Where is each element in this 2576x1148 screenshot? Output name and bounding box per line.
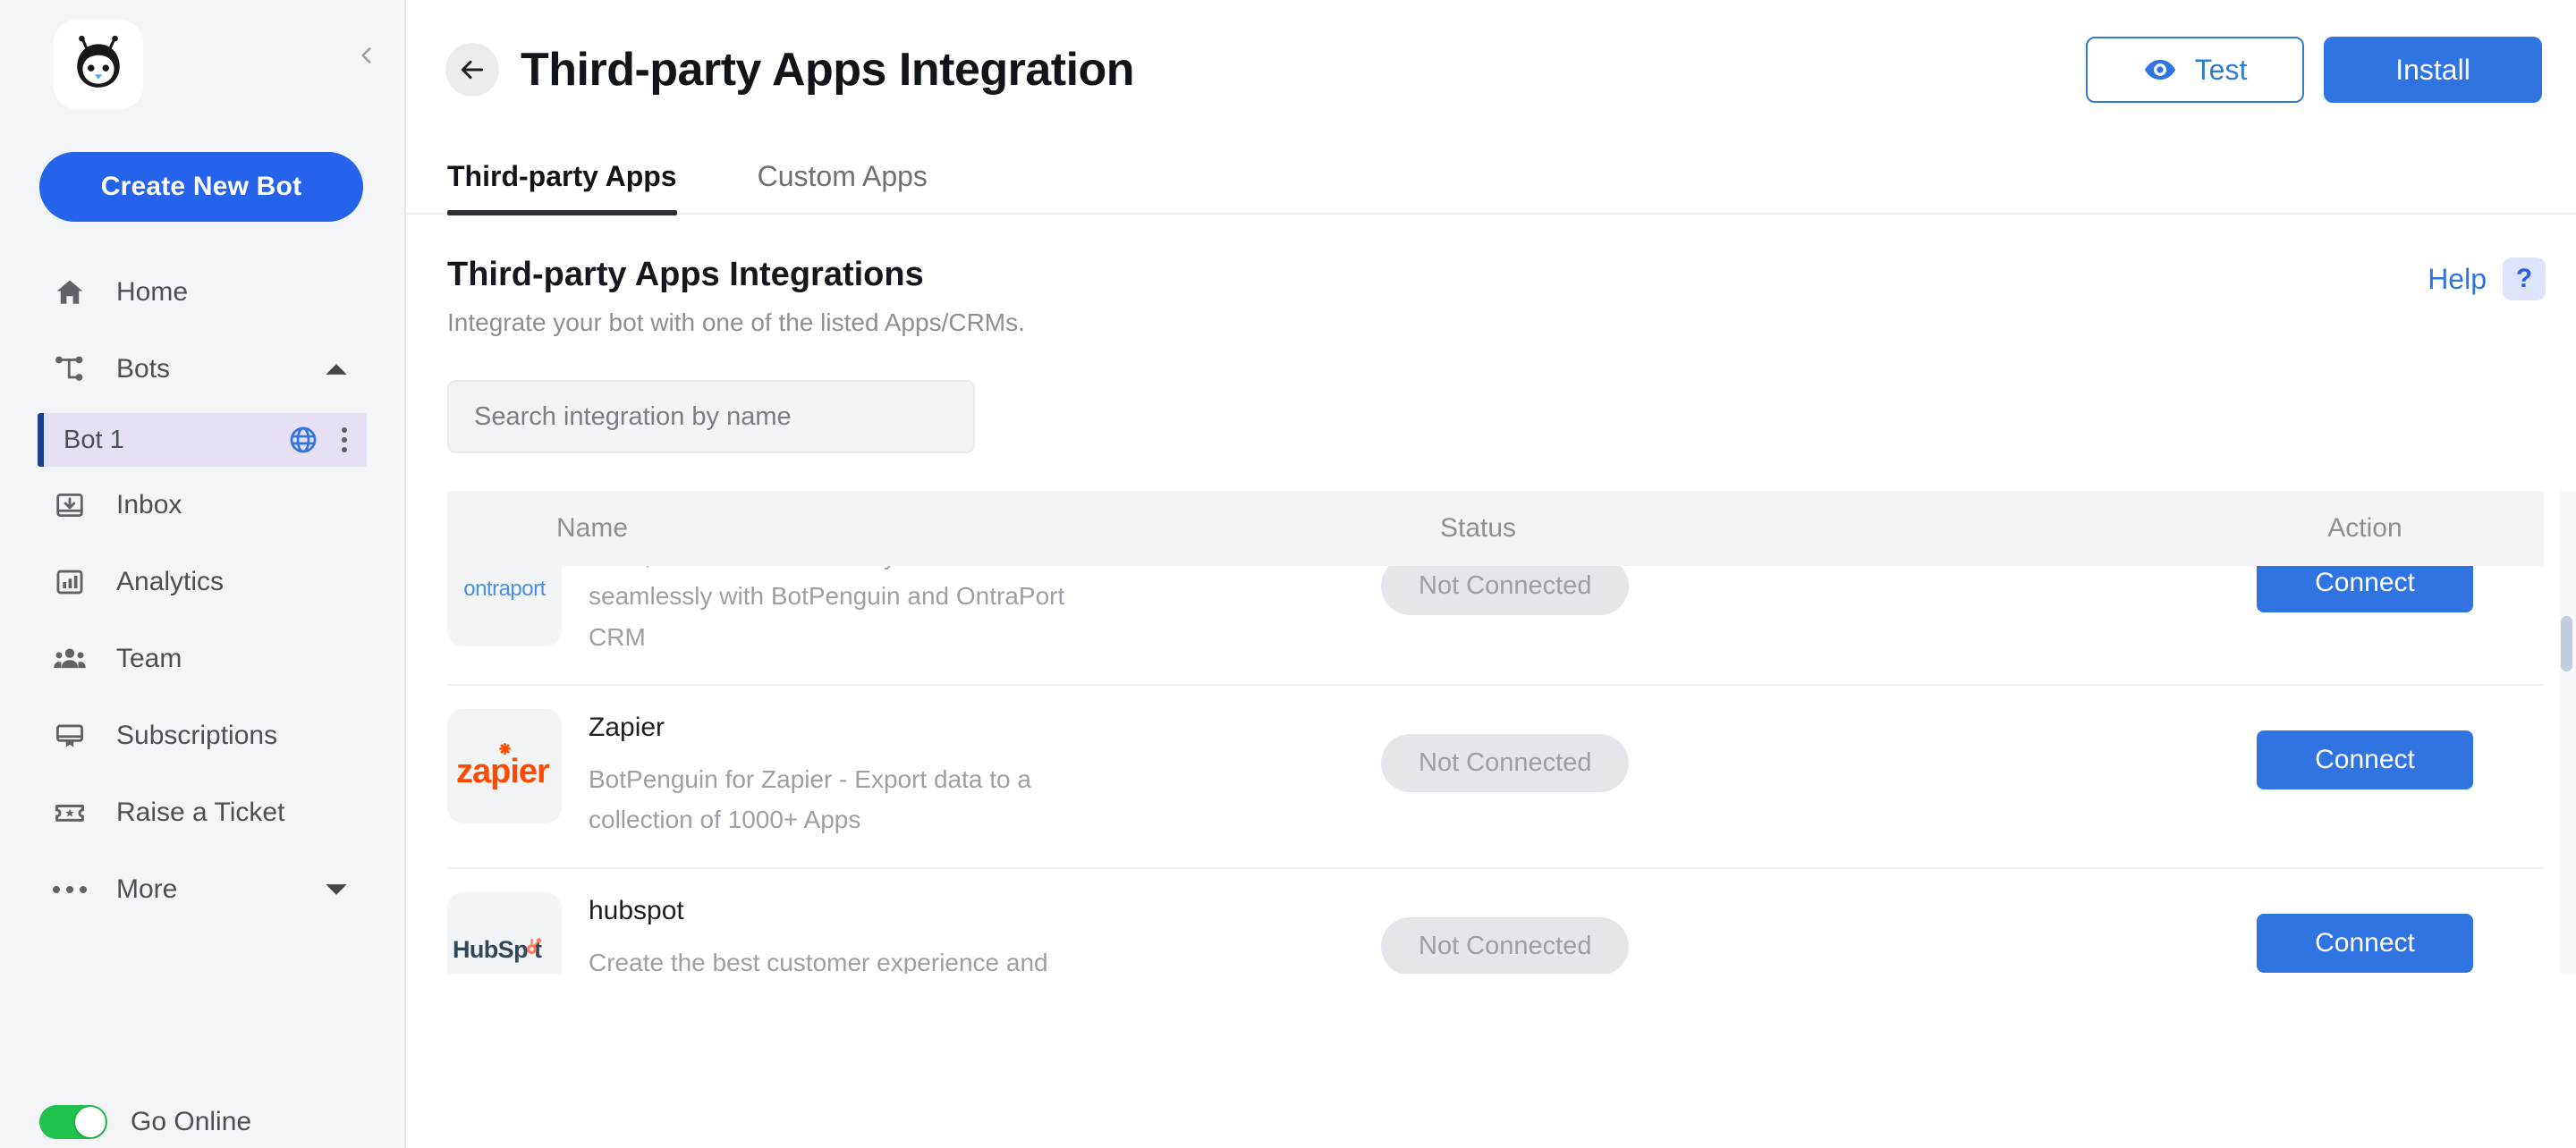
sidebar-item-label: Raise a Ticket bbox=[116, 798, 285, 827]
table-row[interactable]: zapier Zapier BotPenguin for Zapier - Ex… bbox=[447, 686, 2544, 869]
tab-label: Third-party Apps bbox=[447, 160, 677, 192]
sidebar-item-analytics[interactable]: Analytics bbox=[0, 544, 404, 620]
status-badge: Not Connected bbox=[1381, 916, 1630, 974]
sidebar-item-more[interactable]: More bbox=[0, 851, 404, 928]
ticket-star-icon bbox=[50, 793, 89, 832]
main-content: Third-party Apps Integration Test Instal… bbox=[406, 0, 2576, 1148]
sidebar: Create New Bot Home Bots Bot 1 Inbox Ana… bbox=[0, 0, 406, 1148]
integrations-table: ontraport Build, automate and scale your… bbox=[406, 491, 2576, 974]
install-button[interactable]: Install bbox=[2324, 37, 2542, 103]
sidebar-item-subscriptions[interactable]: Subscriptions bbox=[0, 697, 404, 774]
connect-button-label: Connect bbox=[2315, 745, 2415, 775]
row-status-cell: Not Connected bbox=[1377, 709, 2186, 793]
help-link[interactable]: Help bbox=[2428, 263, 2487, 296]
column-header-status: Status bbox=[1440, 513, 1517, 543]
subscriptions-monitor-icon bbox=[50, 716, 89, 755]
row-name-block: hubspot Create the best customer experie… bbox=[589, 892, 1089, 974]
sidebar-item-label: Bots bbox=[116, 354, 171, 384]
sidebar-item-label: Analytics bbox=[116, 567, 225, 596]
connect-button-label: Connect bbox=[2315, 927, 2415, 958]
vertical-scrollbar[interactable] bbox=[2560, 491, 2576, 974]
go-online-label: Go Online bbox=[131, 1107, 252, 1136]
sidebar-item-raise-a-ticket[interactable]: Raise a Ticket bbox=[0, 774, 404, 851]
sidebar-collapse-button[interactable] bbox=[349, 38, 385, 73]
tab-bar: Third-party Apps Custom Apps bbox=[406, 139, 2576, 215]
analytics-bar-chart-icon bbox=[50, 562, 89, 602]
botpenguin-logo-icon[interactable] bbox=[54, 20, 143, 109]
row-app-description: BotPenguin for Zapier - Export data to a… bbox=[589, 765, 1031, 834]
sidebar-item-label: Subscriptions bbox=[116, 721, 278, 750]
sidebar-item-team[interactable]: Team bbox=[0, 620, 404, 697]
sidebar-item-label: Inbox bbox=[116, 490, 182, 519]
eye-icon bbox=[2143, 57, 2177, 82]
row-action-cell: Connect bbox=[2186, 709, 2544, 790]
connect-button[interactable]: Connect bbox=[2257, 730, 2473, 790]
zapier-logo-icon: zapier bbox=[447, 709, 562, 824]
integrations-section: Third-party Apps Integrations Integrate … bbox=[406, 215, 2576, 453]
go-online-toggle[interactable] bbox=[39, 1105, 107, 1139]
sidebar-nav: Home Bots Bot 1 Inbox Analytics Team Sub… bbox=[0, 254, 404, 928]
page-title: Third-party Apps Integration bbox=[521, 44, 1135, 96]
chevron-left-icon bbox=[361, 47, 371, 63]
hubspot-logo-icon: HubSp t bbox=[447, 891, 562, 974]
row-name-cell: zapier Zapier BotPenguin for Zapier - Ex… bbox=[447, 709, 1377, 840]
section-title: Third-party Apps Integrations bbox=[447, 256, 924, 293]
sidebar-item-label: More bbox=[116, 874, 178, 904]
bots-hierarchy-icon bbox=[50, 350, 89, 389]
search-integration-container[interactable] bbox=[447, 380, 975, 453]
sidebar-item-label: Home bbox=[116, 277, 189, 307]
arrow-left-icon bbox=[461, 60, 484, 80]
search-input[interactable] bbox=[474, 401, 948, 432]
logo-container bbox=[0, 0, 404, 109]
status-badge: Not Connected bbox=[1381, 734, 1630, 793]
row-status-cell: Not Connected bbox=[1377, 892, 2186, 974]
page-header: Third-party Apps Integration Test Instal… bbox=[406, 0, 2576, 139]
app-root: Create New Bot Home Bots Bot 1 Inbox Ana… bbox=[0, 0, 2576, 1148]
column-header-action: Action bbox=[2327, 513, 2402, 543]
connect-button-label: Connect bbox=[2315, 568, 2415, 597]
home-icon bbox=[50, 273, 89, 312]
test-button-label: Test bbox=[2194, 53, 2248, 86]
table-header-row: Name Status Action bbox=[447, 491, 2544, 566]
install-button-label: Install bbox=[2395, 53, 2470, 86]
globe-icon[interactable] bbox=[288, 425, 318, 455]
tab-label: Custom Apps bbox=[757, 160, 928, 192]
row-app-description: Create the best customer experience and … bbox=[589, 948, 1048, 974]
kebab-menu-icon[interactable] bbox=[342, 427, 347, 452]
create-new-bot-button[interactable]: Create New Bot bbox=[39, 152, 363, 222]
column-header-name: Name bbox=[556, 513, 629, 543]
help-control: Help ? bbox=[2428, 257, 2546, 300]
tab-third-party-apps[interactable]: Third-party Apps bbox=[447, 160, 677, 215]
chevron-down-icon[interactable] bbox=[324, 882, 349, 898]
svg-text:zapier: zapier bbox=[456, 753, 550, 790]
sidebar-item-home[interactable]: Home bbox=[0, 254, 404, 331]
chevron-up-icon[interactable] bbox=[324, 361, 349, 377]
row-app-name: hubspot bbox=[589, 895, 684, 925]
create-new-bot-label: Create New Bot bbox=[100, 172, 302, 201]
table-row[interactable]: HubSp t hubspot Create the best customer… bbox=[447, 868, 2544, 974]
connect-button[interactable]: Connect bbox=[2257, 913, 2473, 973]
svg-text:HubSp: HubSp bbox=[453, 936, 528, 963]
test-button[interactable]: Test bbox=[2086, 37, 2304, 103]
ontraport-logo-text: ontraport bbox=[463, 577, 546, 601]
row-action-cell: Connect bbox=[2186, 892, 2544, 973]
sidebar-item-inbox[interactable]: Inbox bbox=[0, 467, 404, 544]
sidebar-bot-item[interactable]: Bot 1 bbox=[38, 413, 367, 467]
inbox-icon bbox=[50, 485, 89, 525]
sidebar-item-bots[interactable]: Bots bbox=[0, 331, 404, 408]
row-name-block: Zapier BotPenguin for Zapier - Export da… bbox=[589, 709, 1089, 840]
tab-custom-apps[interactable]: Custom Apps bbox=[758, 160, 928, 213]
row-name-cell: HubSp t hubspot Create the best customer… bbox=[447, 891, 1377, 974]
bot-name-label: Bot 1 bbox=[64, 425, 124, 454]
back-button[interactable] bbox=[445, 43, 499, 97]
scrollbar-thumb[interactable] bbox=[2561, 616, 2572, 671]
go-online-control[interactable]: Go Online bbox=[39, 1105, 251, 1139]
row-app-name: Zapier bbox=[589, 713, 665, 743]
more-dots-icon bbox=[50, 870, 89, 909]
section-subtitle: Integrate your bot with one of the liste… bbox=[447, 308, 1025, 336]
team-people-icon bbox=[50, 639, 89, 679]
sidebar-item-label: Team bbox=[116, 644, 182, 673]
question-mark-icon[interactable]: ? bbox=[2503, 257, 2546, 300]
